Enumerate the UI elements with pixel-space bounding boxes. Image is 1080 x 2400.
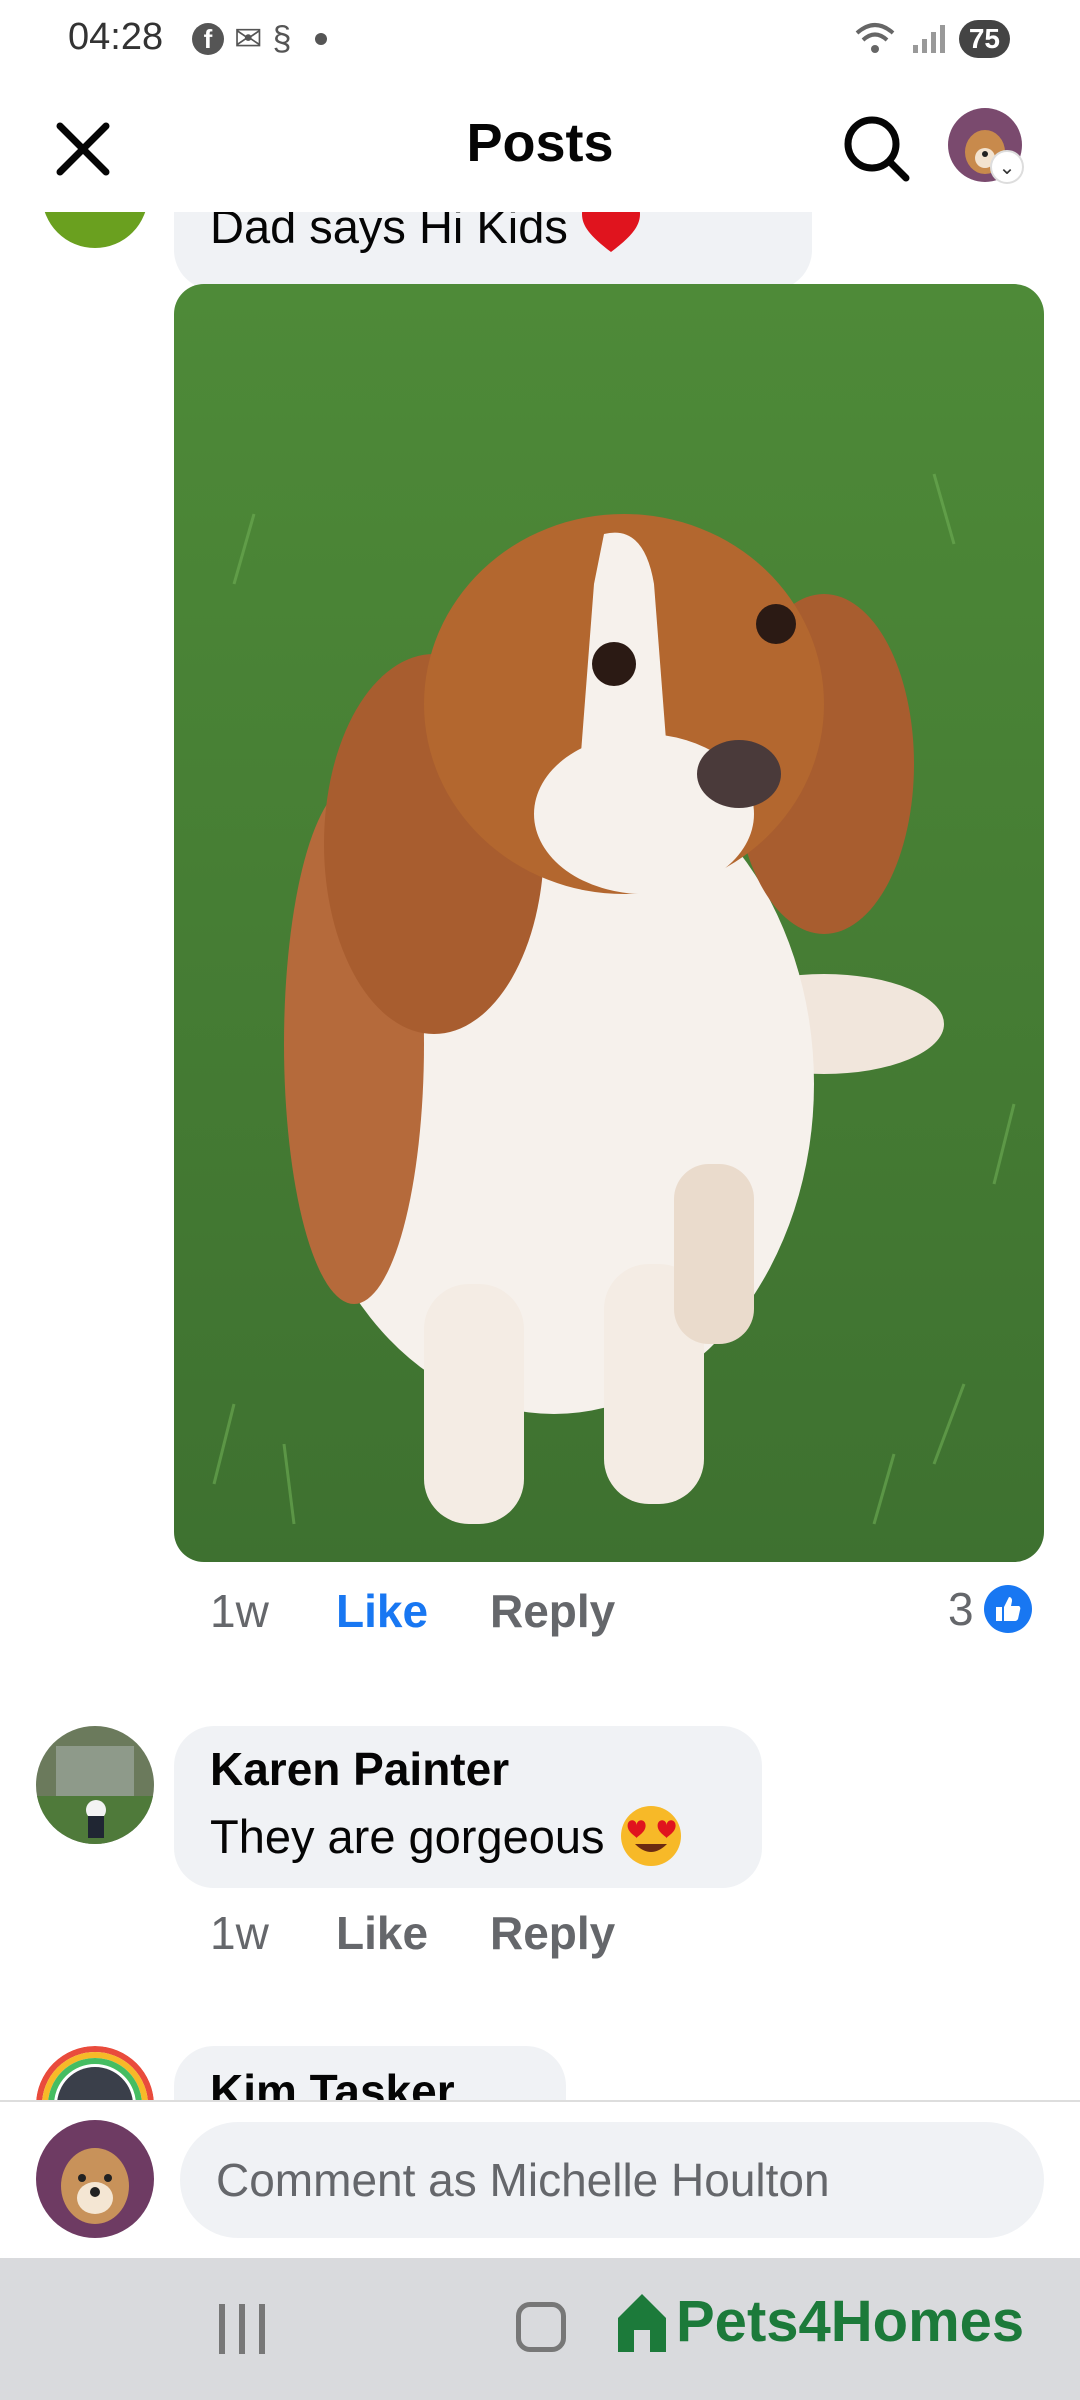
chevron-down-icon[interactable]: ⌄: [990, 150, 1024, 184]
battery-indicator: 75: [958, 20, 1010, 58]
heart-icon: [581, 212, 640, 252]
s-icon: §: [272, 19, 292, 58]
watermark-logo: Pets4Homes: [614, 2288, 1024, 2355]
gmail-icon: ✉: [234, 20, 263, 58]
avatar[interactable]: [42, 212, 148, 248]
status-notification-icons: f ✉ §: [192, 14, 328, 64]
house-icon: [618, 2293, 666, 2352]
like-button[interactable]: Like: [336, 1906, 428, 1960]
comment-photo[interactable]: [174, 284, 1044, 1562]
reaction-count: 3: [948, 1583, 974, 1635]
comment-text: They are gorgeous: [210, 1804, 683, 1868]
system-navigation-bar: Pets4Homes: [0, 2258, 1080, 2400]
status-system-icons: 75: [853, 14, 1010, 64]
comment-text: Dad says Hi Kids: [210, 212, 642, 254]
wifi-icon: [855, 23, 895, 53]
comment-time: 1w: [210, 1907, 269, 1959]
reply-button[interactable]: Reply: [490, 1584, 615, 1638]
heart-eyes-emoji: [620, 1806, 681, 1866]
recent-apps-button[interactable]: [214, 2304, 270, 2354]
status-bar: 04:28 f ✉ § 75: [0, 0, 1080, 80]
more-dot-icon: [315, 33, 328, 45]
facebook-icon: f: [192, 23, 224, 55]
avatar[interactable]: [36, 2120, 154, 2238]
search-button[interactable]: [836, 108, 916, 188]
comment-composer: [0, 2100, 1080, 2260]
avatar[interactable]: [36, 2046, 154, 2100]
header: Posts ⌄: [0, 80, 1080, 212]
status-time: 04:28: [68, 16, 164, 58]
avatar[interactable]: [36, 1726, 154, 1844]
comment-author[interactable]: Kim Tasker: [210, 2064, 455, 2100]
reaction-summary[interactable]: 3: [948, 1582, 1032, 1636]
thumbs-up-icon: [983, 1585, 1032, 1633]
like-button[interactable]: Like: [336, 1584, 428, 1638]
comment-input[interactable]: [180, 2122, 1044, 2238]
signal-icon: [912, 25, 945, 53]
comment-time: 1w: [210, 1585, 269, 1637]
reply-button[interactable]: Reply: [490, 1906, 615, 1960]
search-icon: [844, 116, 910, 182]
comment-author[interactable]: Karen Painter: [210, 1742, 509, 1796]
comments-list[interactable]: Dad says Hi Kids 1w Like Reply 3 Karen P…: [0, 212, 1080, 2100]
home-button[interactable]: [516, 2302, 566, 2352]
page-title: Posts: [466, 113, 614, 173]
